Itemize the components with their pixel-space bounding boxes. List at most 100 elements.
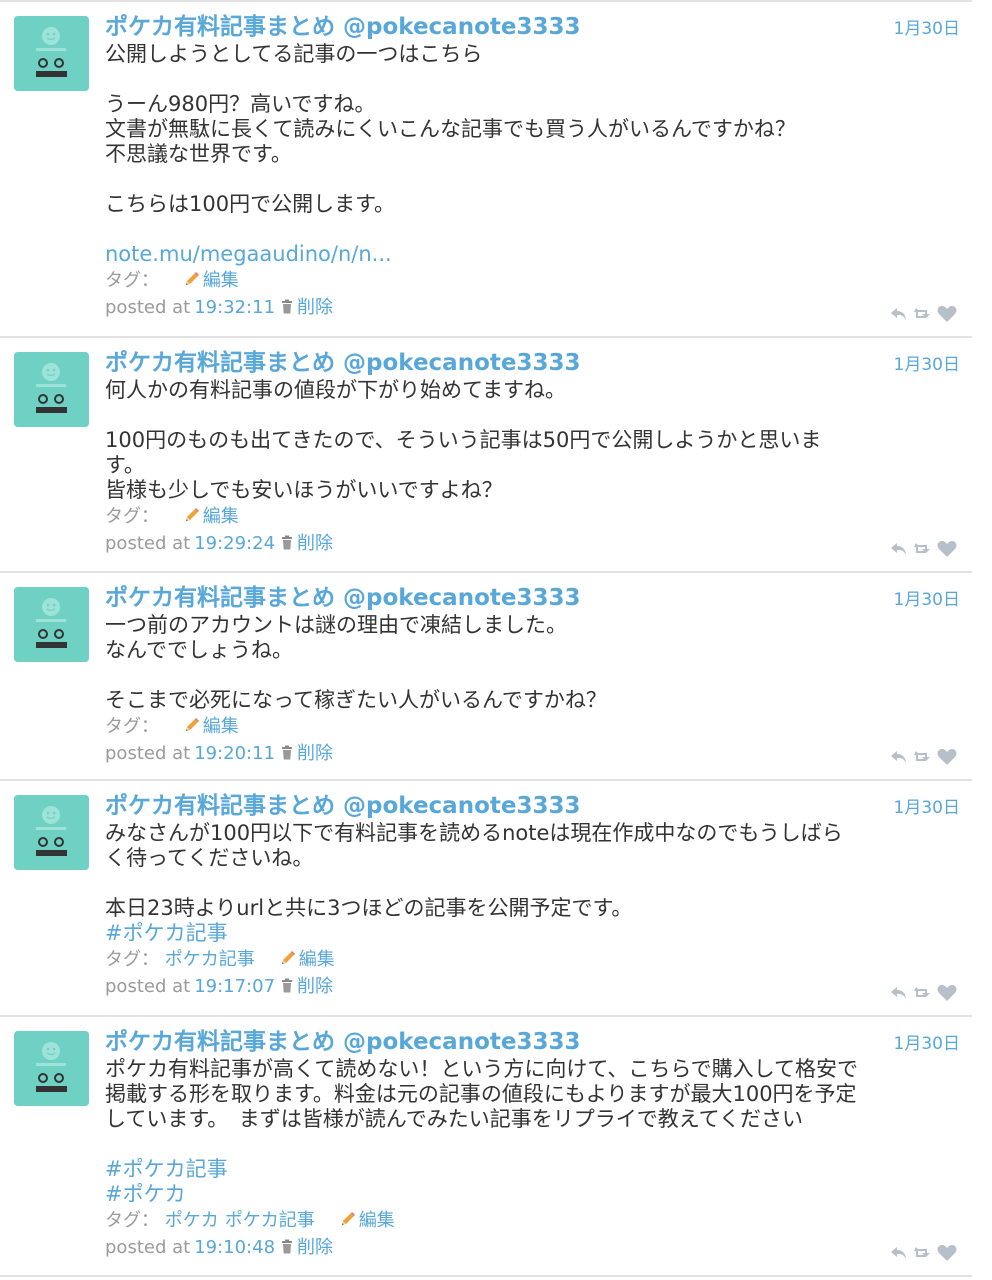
tweet-text: ポケカ有料記事が高くて読めない！という方に向けて、こちらで購入して格安で 掲載する… (105, 1057, 960, 1207)
author-name[interactable]: ポケカ有料記事まとめ @pokecanote3333 (105, 791, 960, 821)
text-line: 文書が無駄に長くて読みにくいこんな記事でも買う人がいるんですかね？ (105, 117, 796, 141)
heart-icon[interactable] (936, 747, 958, 767)
tag-label: タグ： (105, 716, 159, 737)
pencil-icon (183, 269, 201, 287)
tweet-date[interactable]: 1月30日 (894, 350, 960, 375)
text-line: 不思議な世界です。 (105, 142, 292, 166)
pencil-icon (183, 715, 201, 733)
pencil-icon (339, 1209, 357, 1227)
retweet-icon[interactable] (912, 1243, 934, 1263)
avatar[interactable] (14, 16, 89, 91)
tweet-date[interactable]: 1月30日 (894, 1029, 960, 1054)
tweet-text: 公開しようとしてる記事の一つはこちら うーん980円？高いですね。 文書が無駄に長く… (105, 42, 960, 267)
feed-bottom-divider (0, 1275, 972, 1277)
retweet-icon[interactable] (912, 983, 934, 1003)
tweet-actions (888, 539, 958, 559)
tweet-text: 何人かの有料記事の値段が下がり始めてますね。 100円のものも出てきたので、そうい… (105, 378, 960, 503)
posted-line: posted at 19:32:11 削除 (105, 294, 960, 321)
reply-icon[interactable] (888, 1243, 910, 1263)
post-time-link[interactable]: 19:17:07 (194, 976, 275, 997)
retweet-icon[interactable] (912, 539, 934, 559)
post-time-link[interactable]: 19:29:24 (194, 533, 275, 554)
avatar-image (14, 352, 89, 427)
text-line (105, 871, 960, 896)
reply-icon[interactable] (888, 747, 910, 767)
tweet-actions (888, 983, 958, 1003)
edit-label: 編集 (358, 1210, 395, 1231)
avatar-image (14, 16, 89, 91)
delete-link[interactable]: 削除 (297, 743, 333, 764)
pencil-icon (183, 505, 201, 523)
delete-link[interactable]: 削除 (297, 533, 333, 554)
edit-link[interactable]: 編集 (183, 270, 239, 291)
tag-item[interactable]: ポケカ記事 (225, 1210, 315, 1231)
tweet-date[interactable]: 1月30日 (894, 793, 960, 818)
tag-item[interactable]: ポケカ (165, 1210, 219, 1231)
reply-icon[interactable] (888, 304, 910, 324)
post-time-link[interactable]: 19:32:11 (194, 297, 275, 318)
author-name[interactable]: ポケカ有料記事まとめ @pokecanote3333 (105, 348, 960, 378)
text-line: 皆様も少しでも安いほうがいいですよね？ (105, 478, 503, 502)
heart-icon[interactable] (936, 983, 958, 1003)
reply-icon[interactable] (888, 983, 910, 1003)
avatar[interactable] (14, 795, 89, 870)
avatar-image (14, 1031, 89, 1106)
retweet-icon[interactable] (912, 304, 934, 324)
posted-line: posted at 19:17:07 削除 (105, 973, 960, 1000)
tweet-link[interactable]: note.mu/megaaudino/n/n... (105, 242, 960, 267)
posted-label: posted at (105, 976, 191, 997)
avatar[interactable] (14, 352, 89, 427)
text-line: 公開しようとしてる記事の一つはこちら (105, 42, 483, 66)
tweet-card: ポケカ有料記事まとめ @pokecanote3333 1月30日 みなさんが100円… (0, 779, 972, 1015)
tweet-date[interactable]: 1月30日 (894, 585, 960, 610)
trash-icon (281, 531, 293, 550)
tweet-date[interactable]: 1月30日 (894, 14, 960, 39)
heart-icon[interactable] (936, 1243, 958, 1263)
hashtag-link[interactable]: #ポケカ (105, 1182, 960, 1207)
tweet-actions (888, 747, 958, 767)
author-name[interactable]: ポケカ有料記事まとめ @pokecanote3333 (105, 1027, 960, 1057)
post-time-link[interactable]: 19:10:48 (194, 1237, 275, 1258)
avatar[interactable] (14, 587, 89, 662)
hashtag-link[interactable]: #ポケカ記事 (105, 921, 960, 946)
reply-icon[interactable] (888, 539, 910, 559)
edit-link[interactable]: 編集 (279, 949, 335, 970)
trash-icon (281, 741, 293, 760)
tweet-feed: ポケカ有料記事まとめ @pokecanote3333 1月30日 公開しようとしてる… (0, 0, 972, 1277)
edit-link[interactable]: 編集 (339, 1210, 395, 1231)
avatar[interactable] (14, 1031, 89, 1106)
tag-label: タグ： (105, 506, 159, 527)
retweet-icon[interactable] (912, 747, 934, 767)
author-name[interactable]: ポケカ有料記事まとめ @pokecanote3333 (105, 12, 960, 42)
text-line: そこまで必死になって稼ぎたい人がいるんですかね？ (105, 688, 607, 712)
edit-link[interactable]: 編集 (183, 506, 239, 527)
tag-item[interactable]: ポケカ記事 (165, 949, 255, 970)
tweet-text: 一つ前のアカウントは謎の理由で凍結しました。 なんででしょうね。 そこまで必死になっ… (105, 613, 960, 713)
text-line (105, 403, 960, 428)
edit-link[interactable]: 編集 (183, 716, 239, 737)
text-line: 一つ前のアカウントは謎の理由で凍結しました。 (105, 613, 567, 637)
tag-line: タグ： ポケカ記事 編集 (105, 946, 960, 973)
tweet-card: ポケカ有料記事まとめ @pokecanote3333 1月30日ポケカ有料記事が高… (0, 1015, 972, 1275)
edit-label: 編集 (202, 716, 239, 737)
tag-label: タグ： (105, 1210, 159, 1231)
text-line (105, 167, 960, 192)
text-line: ポケカ有料記事が高くて読めない！という方に向けて、こちらで購入して格安で (105, 1057, 859, 1081)
edit-label: 編集 (202, 270, 239, 291)
text-line: うーん980円？高いですね。 (105, 92, 376, 116)
heart-icon[interactable] (936, 539, 958, 559)
author-name[interactable]: ポケカ有料記事まとめ @pokecanote3333 (105, 583, 960, 613)
tag-line: タグ： 編集 (105, 503, 960, 530)
post-time-link[interactable]: 19:20:11 (194, 743, 275, 764)
tweet-card: ポケカ有料記事まとめ @pokecanote3333 1月30日一つ前のアカウント… (0, 571, 972, 779)
text-line (105, 1132, 960, 1157)
edit-label: 編集 (298, 949, 335, 970)
heart-icon[interactable] (936, 304, 958, 324)
text-line: す。 (105, 453, 145, 477)
delete-link[interactable]: 削除 (297, 1237, 333, 1258)
delete-link[interactable]: 削除 (297, 976, 333, 997)
delete-link[interactable]: 削除 (297, 297, 333, 318)
hashtag-link[interactable]: #ポケカ記事 (105, 1157, 960, 1182)
posted-line: posted at 19:29:24 削除 (105, 530, 960, 557)
pencil-icon (279, 948, 297, 966)
